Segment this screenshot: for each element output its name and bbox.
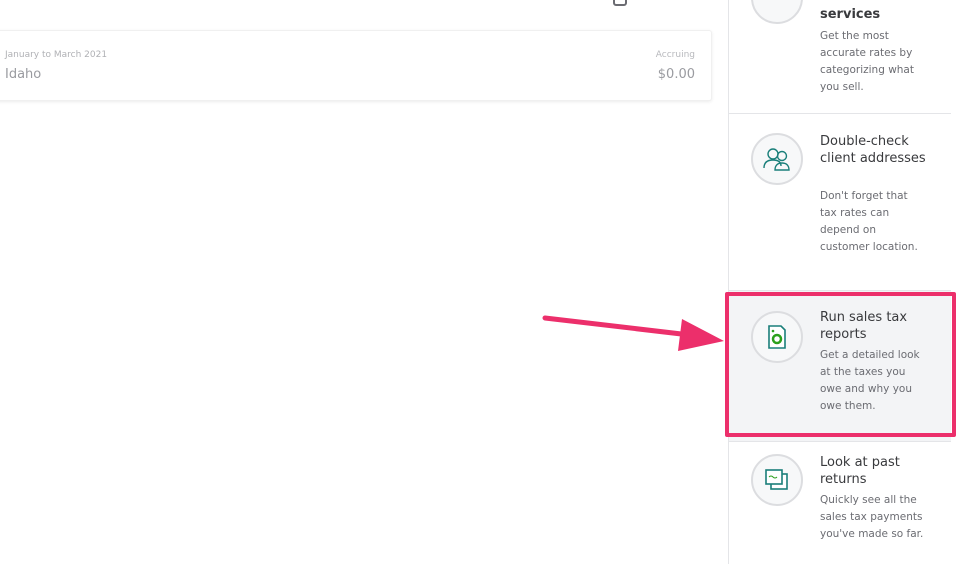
tip-title: services [820,7,881,22]
calendar-icon[interactable] [613,0,627,6]
tip-description: Quickly see all the sales tax payments y… [820,494,924,540]
status-label: Accruing [655,50,695,60]
tip-title: Look at past returns [820,455,900,487]
tip-description: Don't forget that tax rates can depend o… [820,190,918,253]
tip-title: Double-check client addresses [820,134,926,166]
returns-icon [751,454,803,506]
agency-name: Idaho [5,67,42,82]
product-icon [751,0,803,24]
tip-description: Get the most accurate rates by categoriz… [820,30,914,93]
period-label: January to March 2021 [5,50,108,60]
pointer-arrow-icon [542,315,724,351]
amount-value: $0.00 [657,67,695,82]
highlight-box [725,292,956,437]
tips-panel: services Get the most accurate rates by … [728,0,960,564]
customers-icon [751,133,803,185]
tip-look-at-past-returns[interactable]: Look at past returns Quickly see all the… [729,441,951,564]
sales-tax-period-card[interactable]: January to March 2021 Idaho Accruing $0.… [0,30,712,101]
tip-double-check-addresses[interactable]: Double-check client addresses Don't forg… [729,114,951,291]
tip-categorize-services[interactable]: services Get the most accurate rates by … [729,0,951,114]
